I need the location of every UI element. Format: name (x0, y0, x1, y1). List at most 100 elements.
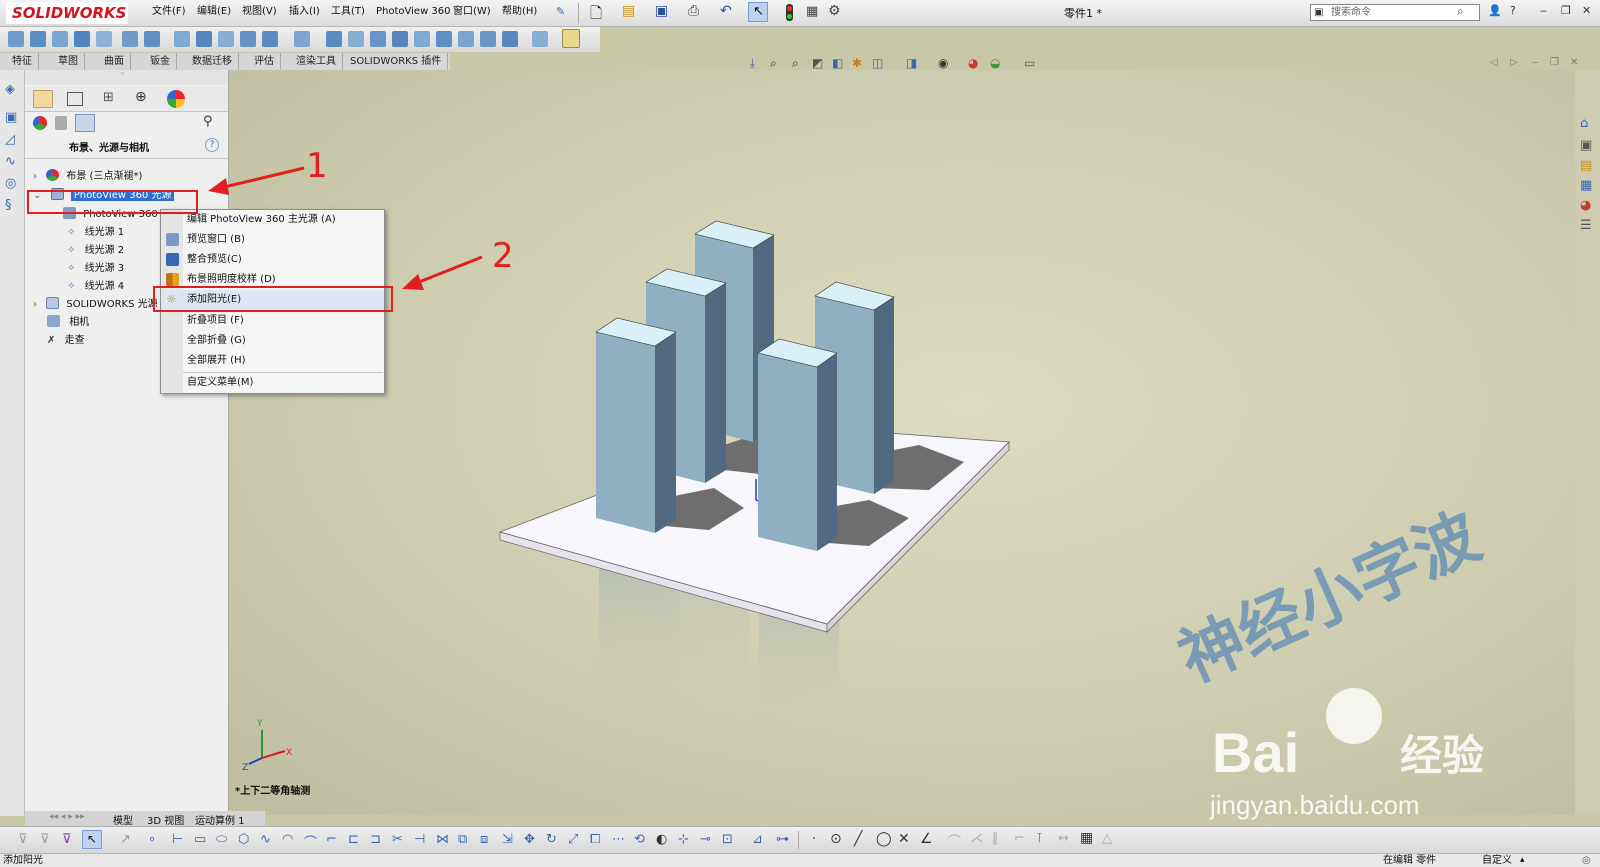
hole-wizard-icon[interactable] (144, 31, 160, 47)
appearances-pane-icon[interactable]: ◕ (1580, 198, 1591, 213)
tree-item-line-light-1[interactable]: ✧ 线光源 1 (67, 225, 124, 241)
tree-item-camera[interactable]: 相机 (47, 315, 89, 331)
save-icon[interactable]: ▣ (655, 3, 668, 19)
filter-icon[interactable]: ⚲ (203, 114, 213, 129)
copy-entities-icon[interactable]: ⧠ (590, 832, 600, 847)
grid-icon[interactable]: ▦ (1080, 830, 1093, 846)
menu-item-expand-all[interactable]: 全部展开 (H) (161, 351, 384, 371)
angle-line-icon[interactable]: ∠ (920, 831, 933, 847)
dimxpert-tab-icon[interactable]: ⊕ (135, 89, 147, 105)
appearances-icon[interactable] (33, 116, 47, 130)
select-button[interactable]: ↖ (82, 830, 102, 849)
tree-item-solidworks-lights[interactable]: › SOLIDWORKS 光源 (33, 297, 158, 313)
decals-icon[interactable] (55, 116, 67, 130)
minimize-icon[interactable]: ‒ (1540, 4, 1547, 17)
menu-photoview[interactable]: PhotoView 360 (376, 4, 451, 20)
ellipse-icon[interactable]: ◯ (876, 831, 892, 847)
property-manager-tab-icon[interactable] (67, 92, 83, 106)
menu-insert[interactable]: 插入(I) (289, 4, 320, 20)
view-orientation-icon[interactable]: ✱ (852, 56, 862, 70)
previous-view-icon[interactable]: ⌕ (792, 56, 799, 71)
draft-icon[interactable] (348, 31, 364, 47)
apply-scene-icon[interactable]: ◕ (968, 56, 978, 70)
tree-item-line-light-2[interactable]: ✧ 线光源 2 (67, 243, 124, 259)
viewport-next-icon[interactable]: ▷ (1510, 57, 1518, 68)
close-icon[interactable]: ✕ (1582, 4, 1591, 17)
expand-arrow-icon[interactable]: › (33, 171, 37, 182)
pin-icon[interactable]: ✎ (556, 5, 565, 18)
offset-entities-icon[interactable]: ⊏ (348, 832, 359, 847)
feature-manager-icon[interactable]: ◈ (5, 82, 15, 97)
sketch-strip-icon[interactable]: ◿ (5, 132, 15, 147)
move-entities-icon[interactable]: ✥ (524, 832, 535, 847)
undo-icon[interactable]: ↶ (720, 3, 732, 19)
home-icon[interactable]: ⌂ (1580, 116, 1588, 131)
viewport-close-icon[interactable]: ✕ (1570, 57, 1578, 68)
rotate-entities-icon[interactable]: ↻ (546, 832, 557, 847)
hide-show-items-icon[interactable]: ◨ (906, 56, 917, 70)
resources-icon[interactable]: ▣ (1580, 138, 1592, 153)
tab-motion-study[interactable]: 运动算例 1 (195, 812, 245, 827)
options-gear-icon[interactable]: ⚙ (828, 3, 841, 19)
loft-boss-icon[interactable] (74, 31, 90, 47)
open-folder-icon[interactable]: ▤ (622, 3, 635, 19)
tab-3d-views[interactable]: 3D 视图 (147, 812, 184, 827)
filter-toolbar-icon[interactable]: ⊽ (18, 832, 28, 847)
sketch-point-icon[interactable]: · (812, 832, 816, 847)
display-manager-tab-icon[interactable] (167, 90, 185, 108)
wrap-icon[interactable] (392, 31, 408, 47)
3d-part-icon[interactable]: ▣ (5, 110, 17, 125)
circle-icon[interactable]: ⊙ (830, 831, 842, 847)
trim-icon[interactable]: ✕ (898, 831, 910, 847)
feature-manager-tab-icon[interactable] (33, 90, 53, 108)
spline-icon[interactable]: ∿ (260, 832, 271, 847)
viewport-restore-icon[interactable]: ❐ (1550, 57, 1559, 68)
smart-dimension-icon[interactable]: ↗ (120, 832, 131, 847)
dynamic-annotation-icon[interactable]: ◧ (832, 56, 843, 70)
tree-item-line-light-3[interactable]: ✧ 线光源 3 (67, 261, 124, 277)
menu-item-collapse-items[interactable]: 折叠项目 (F) (161, 311, 384, 331)
user-icon[interactable]: 👤 (1488, 4, 1502, 17)
menu-view[interactable]: 视图(V) (242, 4, 277, 20)
file-explorer-icon[interactable]: ▦ (1580, 178, 1592, 193)
curve-icon[interactable] (532, 31, 548, 47)
intersect-icon[interactable] (414, 31, 430, 47)
split-entities-icon[interactable]: ⋈ (436, 832, 449, 847)
tab-data-migration[interactable]: 数据迁移 (186, 53, 239, 70)
tab-sheet-metal[interactable]: 钣金 (144, 53, 177, 70)
menu-edit[interactable]: 编辑(E) (197, 4, 231, 20)
edit-appearance-icon[interactable]: ◉ (938, 56, 948, 70)
solidworks-logo[interactable]: SOLIDWORKS (6, 2, 128, 24)
monitor-icon[interactable]: ▭ (1024, 56, 1035, 70)
slot-icon[interactable]: ⬭ (216, 832, 227, 847)
linear-sketch-pattern-icon[interactable]: ⋯ (612, 832, 625, 847)
fillet-icon[interactable] (262, 31, 278, 47)
mirror-entities-icon[interactable]: ⧉ (458, 832, 467, 847)
tab-sketch[interactable]: 草图 (52, 53, 85, 70)
trim-entities-icon[interactable]: ✂ (392, 832, 403, 847)
search-input[interactable]: ▣ 搜索命令 ⌕ (1310, 4, 1480, 21)
filter-vertices-icon[interactable]: ⊽ (62, 832, 72, 847)
curves-icon[interactable] (458, 31, 474, 47)
sketch-fillet-icon[interactable]: ⌒ (304, 832, 317, 851)
shaded-sketch-contours-icon[interactable]: ⊿ (752, 832, 763, 847)
menu-tools[interactable]: 工具(T) (331, 4, 365, 20)
tree-item-line-light-4[interactable]: ✧ 线光源 4 (67, 279, 124, 295)
lofted-cut-icon[interactable] (218, 31, 234, 47)
vertical-dimension-icon[interactable]: ⊺ (1036, 831, 1043, 846)
tab-render-tools[interactable]: 渲染工具 (290, 53, 343, 70)
file-properties-icon[interactable]: ▦ (806, 4, 818, 19)
tab-solidworks-addins[interactable]: SOLIDWORKS 插件 (344, 53, 449, 70)
horizontal-dimension-icon[interactable]: ↔ (1058, 831, 1069, 846)
polygon-icon[interactable]: ⬡ (238, 832, 249, 847)
help-icon[interactable]: ? (1510, 4, 1516, 17)
instant2d-icon[interactable]: ⊡ (722, 832, 733, 847)
vertical-relation-icon[interactable]: ⋌ (970, 831, 983, 846)
section-view-icon[interactable]: ◩ (812, 56, 823, 70)
centerline-icon[interactable]: ⊢ (172, 832, 183, 847)
panel-collapse-strip[interactable]: ◦ (25, 70, 228, 85)
zoom-to-fit-icon[interactable]: ⤓ (750, 56, 755, 71)
menu-help[interactable]: 帮助(H) (502, 4, 537, 20)
expand-arrow-icon[interactable]: › (33, 299, 37, 310)
menu-window[interactable]: 窗口(W) (453, 4, 491, 20)
